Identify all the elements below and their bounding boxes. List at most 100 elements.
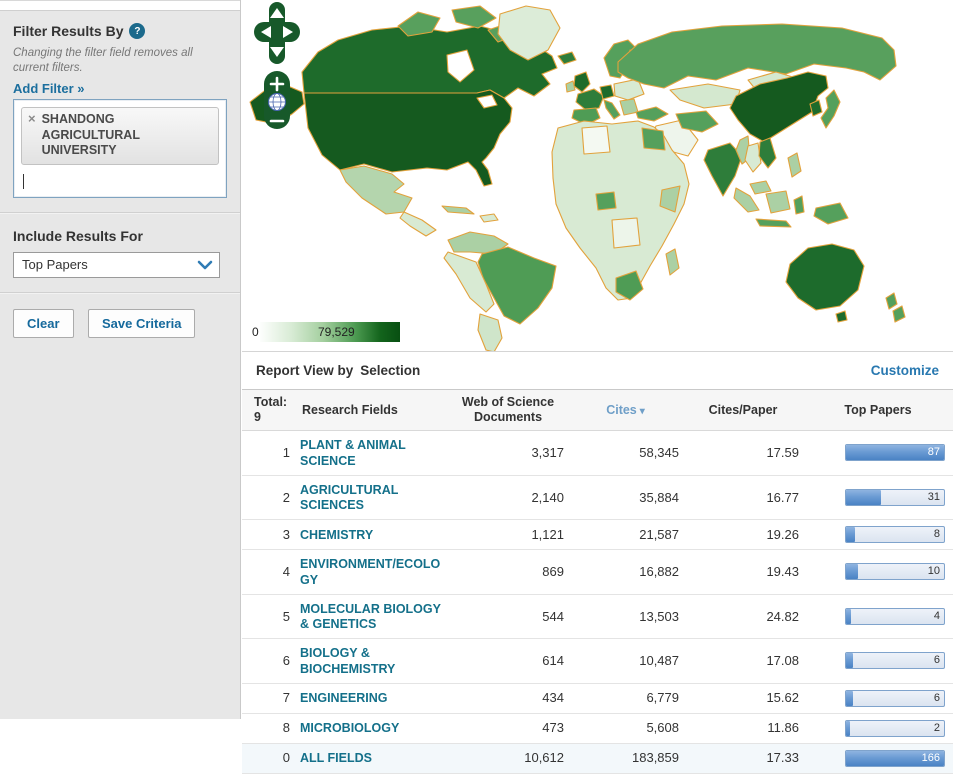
top-papers-bar-fill bbox=[846, 720, 850, 736]
map-region-borneo[interactable] bbox=[765, 190, 791, 214]
top-papers-bar: 10 bbox=[845, 563, 945, 581]
table-row: 1 PLANT & ANIMAL SCIENCE 3,317 58,345 17… bbox=[242, 430, 953, 476]
cites-cell: 16,882 bbox=[568, 549, 683, 595]
table-row: 6 BIOLOGY & BIOCHEMISTRY 614 10,487 17.0… bbox=[242, 638, 953, 684]
filter-results-title-text: Filter Results By bbox=[13, 23, 124, 39]
table-row: 7 ENGINEERING 434 6,779 15.62 6 bbox=[242, 683, 953, 714]
map-region-germany[interactable] bbox=[599, 84, 615, 100]
top-papers-bar: 31 bbox=[845, 488, 945, 506]
cites-per-paper-cell: 19.43 bbox=[683, 549, 803, 595]
filter-sidebar: Filter Results By ? Changing the filter … bbox=[0, 0, 241, 719]
cites-per-paper-cell: 17.33 bbox=[683, 742, 803, 774]
include-results-dropdown[interactable]: Top Papers bbox=[13, 251, 220, 278]
table-header-row: Total: 9 Research Fields Web of Science D… bbox=[242, 389, 953, 431]
top-papers-bar: 6 bbox=[845, 689, 945, 707]
research-field-link[interactable]: ENVIRONMENT/ECOLOGY bbox=[300, 557, 440, 587]
filter-tag-label: SHANDONG AGRICULTURAL UNIVERSITY bbox=[41, 111, 140, 158]
save-criteria-button[interactable]: Save Criteria bbox=[87, 308, 196, 338]
map-region-caribbean[interactable] bbox=[479, 213, 499, 223]
world-map-section: 0 79,529 bbox=[242, 0, 953, 352]
legend-max-value: 79,529 bbox=[318, 325, 355, 339]
report-title-selection: Selection bbox=[360, 363, 421, 378]
docs-cell: 434 bbox=[448, 683, 568, 714]
cites-cell: 6,779 bbox=[568, 683, 683, 714]
rank-cell: 3 bbox=[242, 519, 298, 550]
cites-per-paper-cell: 17.59 bbox=[683, 430, 803, 476]
docs-cell: 3,317 bbox=[448, 430, 568, 476]
map-zoom-control[interactable] bbox=[264, 71, 290, 129]
top-papers-value: 4 bbox=[933, 609, 940, 622]
report-title: Report View by Selection bbox=[256, 363, 420, 378]
research-field-link[interactable]: CHEMISTRY bbox=[300, 528, 373, 542]
top-papers-bar-fill bbox=[846, 564, 858, 580]
remove-tag-icon[interactable]: × bbox=[28, 111, 36, 126]
cites-cell: 5,608 bbox=[568, 713, 683, 744]
table-row: 3 CHEMISTRY 1,121 21,587 19.26 8 bbox=[242, 519, 953, 550]
top-papers-bar: 2 bbox=[845, 719, 945, 737]
add-filter-link[interactable]: Add Filter » bbox=[13, 81, 85, 96]
rank-cell: 0 bbox=[242, 742, 298, 774]
table-row: 5 MOLECULAR BIOLOGY & GENETICS 544 13,50… bbox=[242, 594, 953, 639]
map-region-congo[interactable] bbox=[611, 217, 641, 249]
col-top-papers[interactable]: Top Papers bbox=[803, 389, 953, 431]
sidebar-divider bbox=[0, 211, 240, 214]
map-region-egypt[interactable] bbox=[641, 127, 666, 151]
rank-cell: 6 bbox=[242, 638, 298, 684]
col-cites-per-paper[interactable]: Cites/Paper bbox=[683, 389, 803, 431]
research-field-link[interactable]: ENGINEERING bbox=[300, 691, 388, 705]
docs-cell: 544 bbox=[448, 594, 568, 639]
table-row: 4 ENVIRONMENT/ECOLOGY 869 16,882 19.43 1… bbox=[242, 549, 953, 595]
research-field-link[interactable]: MICROBIOLOGY bbox=[300, 721, 399, 735]
rank-cell: 4 bbox=[242, 549, 298, 595]
help-icon[interactable]: ? bbox=[129, 23, 146, 39]
research-field-link[interactable]: MOLECULAR BIOLOGY & GENETICS bbox=[300, 602, 441, 632]
total-header: Total: 9 bbox=[242, 389, 298, 431]
rank-cell: 1 bbox=[242, 430, 298, 476]
map-controls bbox=[252, 2, 302, 129]
col-wos-documents[interactable]: Web of Science Documents bbox=[448, 389, 568, 431]
top-papers-bar-fill bbox=[846, 608, 851, 624]
top-papers-bar-fill bbox=[846, 690, 853, 706]
cites-per-paper-cell: 15.62 bbox=[683, 683, 803, 714]
research-field-link[interactable]: PLANT & ANIMAL SCIENCE bbox=[300, 438, 406, 468]
sidebar-top-strip bbox=[0, 0, 240, 11]
top-papers-value: 6 bbox=[933, 654, 940, 667]
top-papers-bar: 8 bbox=[845, 526, 945, 543]
docs-cell: 614 bbox=[448, 638, 568, 684]
top-papers-bar: 87 bbox=[845, 444, 945, 462]
sort-desc-icon: ▾ bbox=[639, 405, 645, 417]
top-papers-bar: 6 bbox=[845, 652, 945, 670]
cites-cell: 35,884 bbox=[568, 475, 683, 520]
clear-button[interactable]: Clear bbox=[13, 308, 74, 338]
top-papers-bar-fill bbox=[846, 527, 855, 542]
results-table: Total: 9 Research Fields Web of Science D… bbox=[242, 389, 953, 774]
rank-cell: 7 bbox=[242, 683, 298, 714]
top-papers-value: 2 bbox=[933, 721, 940, 734]
col-research-fields[interactable]: Research Fields bbox=[298, 389, 448, 431]
top-papers-bar-fill bbox=[846, 489, 882, 505]
include-results-selected: Top Papers bbox=[22, 257, 88, 273]
rank-cell: 2 bbox=[242, 475, 298, 520]
research-field-link[interactable]: ALL FIELDS bbox=[300, 751, 372, 765]
research-field-link[interactable]: BIOLOGY & BIOCHEMISTRY bbox=[300, 646, 395, 676]
research-field-link[interactable]: AGRICULTURAL SCIENCES bbox=[300, 483, 398, 513]
choropleth-world-map[interactable] bbox=[242, 0, 953, 352]
rank-cell: 8 bbox=[242, 713, 298, 744]
col-cites[interactable]: Cites ▾ bbox=[568, 389, 683, 431]
text-caret bbox=[23, 173, 24, 189]
cites-per-paper-cell: 24.82 bbox=[683, 594, 803, 639]
filter-note: Changing the filter field removes all cu… bbox=[13, 47, 193, 74]
cites-per-paper-cell: 16.77 bbox=[683, 475, 803, 520]
top-papers-value: 6 bbox=[933, 691, 940, 704]
map-legend: 0 79,529 bbox=[252, 322, 412, 344]
map-region-sulawesi[interactable] bbox=[793, 195, 805, 215]
customize-link[interactable]: Customize bbox=[871, 363, 939, 378]
report-title-prefix: Report View by bbox=[256, 363, 354, 378]
table-row: 8 MICROBIOLOGY 473 5,608 11.86 2 bbox=[242, 713, 953, 744]
map-pan-control[interactable] bbox=[252, 2, 302, 64]
cites-cell: 21,587 bbox=[568, 519, 683, 550]
map-region-libya-chad[interactable] bbox=[581, 125, 611, 155]
filter-results-title: Filter Results By ? bbox=[13, 23, 227, 39]
map-region-nigeria[interactable] bbox=[595, 191, 617, 211]
filter-input-box[interactable]: × SHANDONG AGRICULTURAL UNIVERSITY bbox=[13, 98, 227, 198]
